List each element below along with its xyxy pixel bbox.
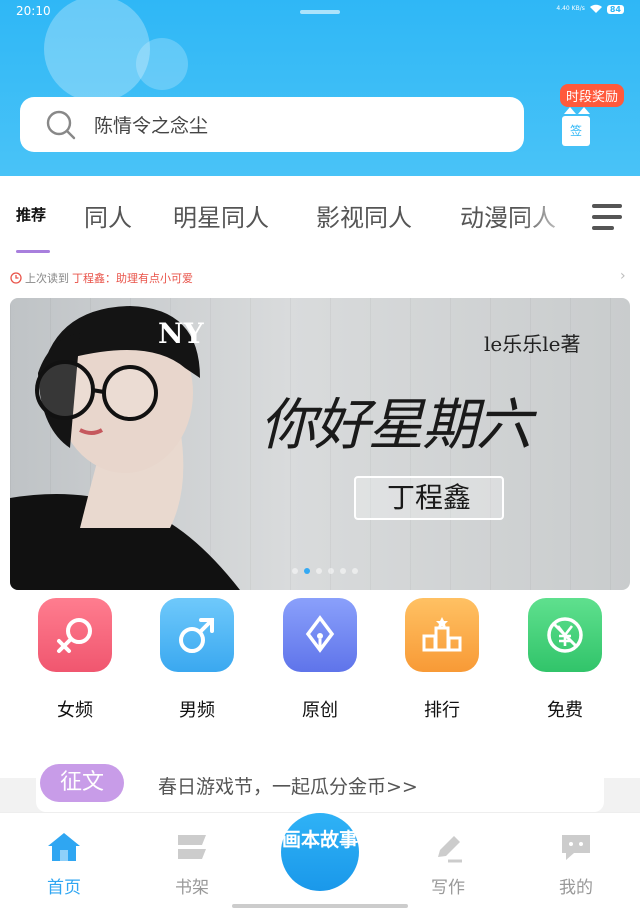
carousel-dot[interactable]: [340, 568, 346, 574]
book-title: 你好星期六: [260, 393, 532, 458]
header: 20:10 4.40 KB/s 84 陈情令之念尘 时段奖励 签: [0, 0, 640, 176]
nav-bookshelf[interactable]: 书架: [162, 831, 222, 898]
menu-icon[interactable]: [590, 200, 624, 234]
quick-link-label: 原创: [302, 700, 338, 721]
decor-bubble: [44, 0, 150, 102]
status-bar-right: 4.40 KB/s 84: [556, 4, 624, 14]
nav-label: 写作: [431, 878, 465, 898]
carousel-dot-active[interactable]: [304, 568, 310, 574]
carousel-dot[interactable]: [316, 568, 322, 574]
chat-bubble-icon: [562, 835, 590, 860]
carousel-dot[interactable]: [292, 568, 298, 574]
search-bar[interactable]: 陈情令之念尘: [20, 97, 524, 152]
status-handle: [300, 10, 340, 14]
fountain-pen-icon: [283, 598, 357, 672]
carousel-dots: [292, 568, 358, 574]
nav-mine[interactable]: 我的: [546, 831, 606, 898]
network-speed: 4.40 KB/s: [556, 5, 585, 12]
quick-link-label: 男频: [179, 700, 215, 721]
nav-label: 首页: [47, 878, 81, 898]
promo-banner[interactable]: NY le乐乐le著 你好星期六 丁程鑫: [10, 298, 630, 590]
wifi-icon: [589, 4, 602, 13]
decor-bubble: [136, 38, 188, 90]
quick-link-original[interactable]: 原创: [283, 598, 357, 722]
female-icon: [38, 598, 112, 672]
status-time: 20:10: [16, 4, 51, 18]
male-icon: [160, 598, 234, 672]
nav-story-button[interactable]: 画本故事: [276, 808, 364, 896]
tab-active-indicator: [16, 250, 50, 253]
last-read-bar[interactable]: 上次读到 丁程鑫：助理有点小可爱: [10, 270, 193, 286]
home-indicator: [232, 904, 408, 908]
quick-link-label: 排行: [424, 700, 460, 721]
search-placeholder: 陈情令之念尘: [94, 115, 209, 137]
nav-write[interactable]: 写作: [418, 831, 478, 898]
time-reward[interactable]: 时段奖励 签: [556, 80, 628, 150]
svg-text:NY: NY: [158, 317, 205, 350]
carousel-dot[interactable]: [352, 568, 358, 574]
book-subtitle: 丁程鑫: [354, 476, 504, 520]
category-tabs: 推荐 同人 明星同人 影视同人 动漫同人: [0, 176, 640, 256]
tab-celebrity-fanfic[interactable]: 明星同人: [173, 198, 269, 233]
nav-label: 书架: [175, 878, 209, 898]
notice-text: 春日游戏节，一起瓜分金币>>: [158, 776, 418, 798]
pencil-icon: [438, 836, 462, 863]
tabs-fade: [520, 176, 580, 256]
chevron-right-icon: ›: [620, 268, 626, 284]
app-root: 20:10 4.40 KB/s 84 陈情令之念尘 时段奖励 签 推荐 同人 明…: [0, 0, 640, 911]
carousel-dot[interactable]: [328, 568, 334, 574]
quick-link-female[interactable]: 女频: [38, 598, 112, 722]
clock-icon: [10, 272, 22, 284]
nav-label: 我的: [559, 878, 593, 898]
tab-film-fanfic[interactable]: 影视同人: [316, 198, 412, 233]
last-read-title: 丁程鑫：助理有点小可爱: [72, 272, 193, 285]
notice-bar[interactable]: 征文 春日游戏节，一起瓜分金币>>: [36, 762, 604, 812]
nav-story-label: 画本故事: [281, 813, 359, 891]
podium-icon: [405, 598, 479, 672]
search-icon: [46, 110, 76, 139]
quick-link-ranking[interactable]: 排行: [405, 598, 479, 722]
book-author: le乐乐le著: [484, 332, 581, 356]
quick-link-label: 免费: [547, 700, 583, 721]
tab-fanfic[interactable]: 同人: [84, 198, 132, 233]
nav-home[interactable]: 首页: [34, 831, 94, 898]
notice-tag: 征文: [40, 764, 124, 802]
tab-recommend[interactable]: 推荐: [16, 204, 46, 225]
last-read-prefix: 上次读到: [25, 272, 69, 285]
free-yen-icon: [528, 598, 602, 672]
gift-bow-icon: [564, 107, 590, 114]
quick-link-label: 女频: [57, 700, 93, 721]
home-icon: [48, 833, 80, 861]
battery-level: 84: [606, 4, 624, 14]
quick-link-free[interactable]: 免费: [528, 598, 602, 722]
reward-label: 时段奖励: [560, 84, 625, 107]
sign-in-box: 签: [562, 116, 590, 146]
bookshelf-icon: [178, 835, 206, 859]
quick-link-male[interactable]: 男频: [160, 598, 234, 722]
